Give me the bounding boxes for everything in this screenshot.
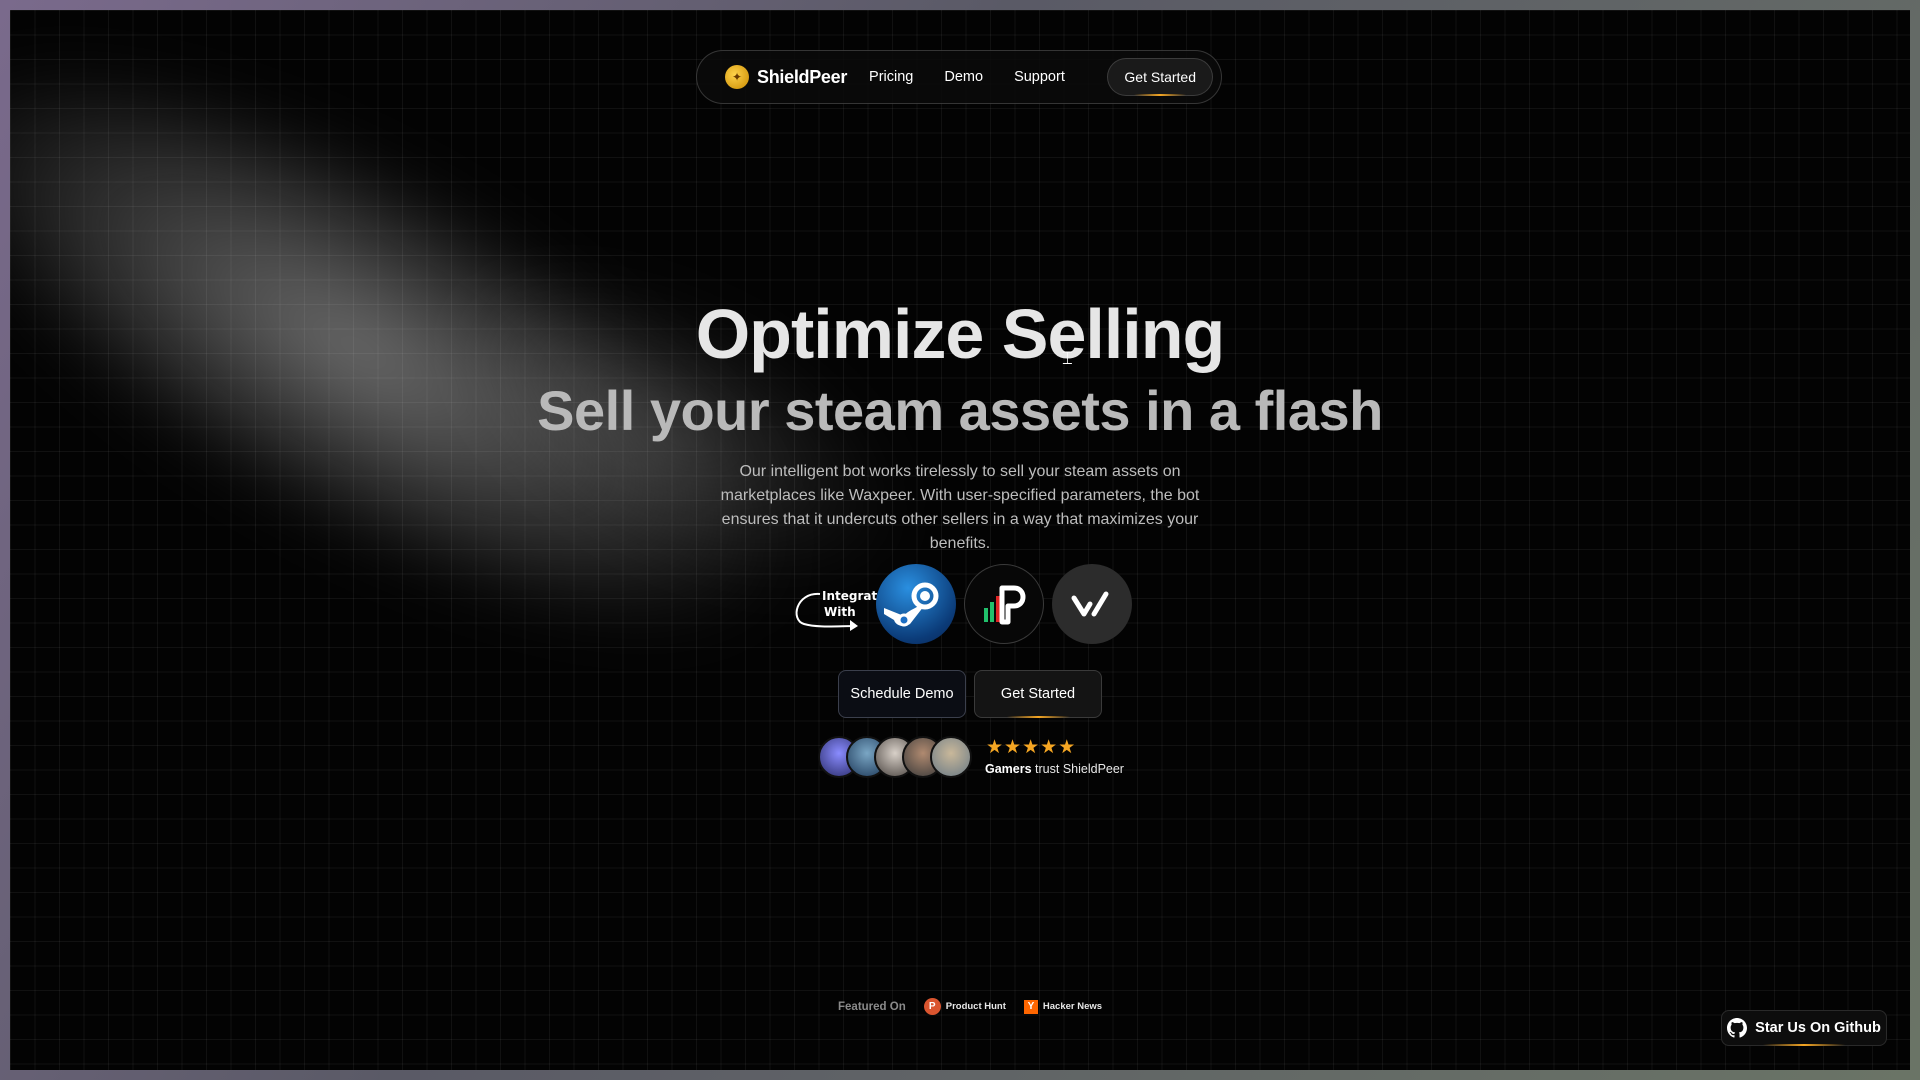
steam-icon: [884, 582, 939, 627]
hacker-news-icon: Y: [1023, 999, 1038, 1014]
schedule-demo-button[interactable]: Schedule Demo: [838, 670, 966, 718]
navbar: ✦ ShieldPeer Pricing Demo Support Get St…: [696, 50, 1222, 104]
hero-subtitle: Sell your steam assets in a flash: [537, 379, 1383, 442]
user-avatars: [818, 736, 978, 780]
rating-stars: ★ ★ ★ ★ ★: [986, 738, 1075, 758]
nav-link-pricing[interactable]: Pricing: [869, 69, 913, 85]
waxpeer-logo[interactable]: [1052, 564, 1132, 644]
featured-on: Featured On P Product Hunt Y Hacker News: [838, 998, 1110, 1015]
star-icon: ★: [1022, 737, 1040, 758]
pricempire-icon: [984, 585, 1026, 625]
steam-logo[interactable]: [876, 564, 956, 644]
integrate-with-label: Integrate With: [790, 580, 885, 640]
brand-logo[interactable]: ✦ ShieldPeer: [725, 65, 847, 89]
trust-text: Gamers trust ShieldPeer: [985, 762, 1124, 776]
hero-title: Optimize Selling: [695, 295, 1226, 373]
waxpeer-icon: [1071, 591, 1109, 617]
shield-coin-icon: ✦: [725, 65, 749, 89]
product-hunt-link[interactable]: P Product Hunt: [923, 998, 1006, 1015]
github-button-label: Star Us On Github: [1755, 1020, 1881, 1036]
page-viewport: ✦ ShieldPeer Pricing Demo Support Get St…: [10, 10, 1910, 1070]
star-icon: ★: [1058, 737, 1076, 758]
hero-description: Our intelligent bot works tirelessly to …: [720, 463, 1200, 552]
star-icon: ★: [1040, 737, 1058, 758]
nav-link-support[interactable]: Support: [1014, 69, 1065, 85]
product-hunt-icon: P: [923, 998, 941, 1015]
star-on-github-button[interactable]: Star Us On Github: [1721, 1010, 1887, 1046]
avatar: [930, 736, 972, 778]
featured-on-label: Featured On: [838, 1000, 906, 1013]
star-icon: ★: [1004, 737, 1022, 758]
pricempire-logo[interactable]: [964, 564, 1044, 644]
github-icon: [1727, 1018, 1748, 1038]
window-frame: ✦ ShieldPeer Pricing Demo Support Get St…: [0, 0, 1920, 1080]
hacker-news-link[interactable]: Y Hacker News: [1023, 999, 1102, 1014]
star-icon: ★: [986, 737, 1004, 758]
brand-name: ShieldPeer: [757, 66, 848, 87]
nav-link-demo[interactable]: Demo: [944, 69, 983, 85]
text-cursor-icon: ⌶: [1062, 348, 1073, 368]
nav-get-started-button[interactable]: Get Started: [1107, 58, 1213, 96]
get-started-button[interactable]: Get Started: [974, 670, 1102, 718]
